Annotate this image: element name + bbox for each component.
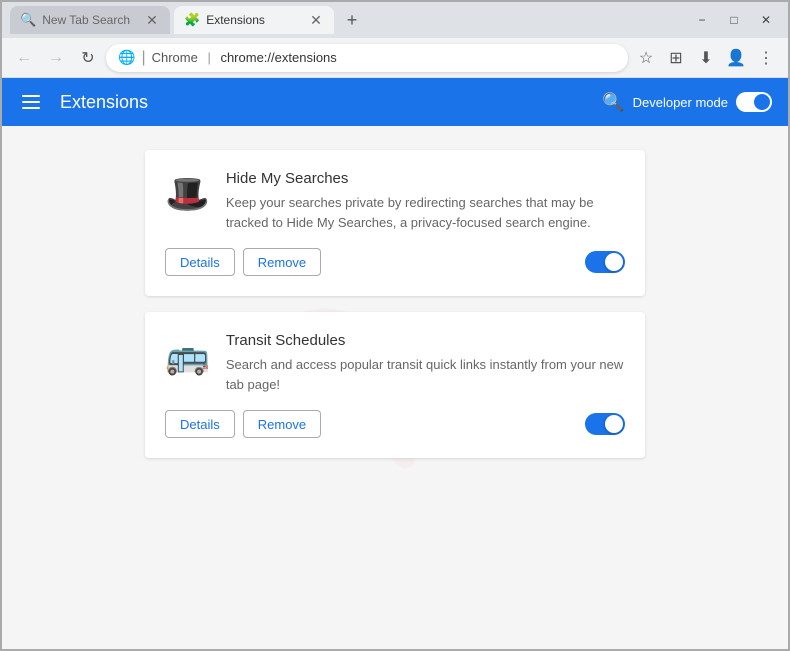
address-bar: ← → ↻ 🌐 | Chrome | chrome://extensions ☆… (2, 38, 788, 78)
tab-extensions[interactable]: 🧩 Extensions ✕ (174, 6, 334, 34)
profile-icon[interactable]: 👤 (722, 44, 750, 72)
extensions-header: Extensions 🔍 Developer mode (2, 78, 788, 126)
tab-new-tab-search[interactable]: 🔍 New Tab Search ✕ (10, 6, 170, 34)
hamburger-line-3 (22, 107, 40, 109)
extensions-content: fishin.com 🎩 Hide My Searches Keep your … (2, 126, 788, 649)
new-tab-search-icon: 🔍 (20, 12, 36, 28)
hide-my-searches-details-button[interactable]: Details (165, 248, 235, 276)
extensions-toolbar-icon[interactable]: ⊞ (662, 44, 690, 72)
address-prefix: Chrome (152, 50, 198, 65)
transit-schedules-details-button[interactable]: Details (165, 410, 235, 438)
address-url: chrome://extensions (220, 50, 336, 65)
tab-new-tab-search-label: New Tab Search (42, 13, 130, 27)
extensions-page-title: Extensions (60, 92, 148, 113)
tab-new-tab-search-close[interactable]: ✕ (144, 12, 160, 28)
transit-schedules-description: Search and access popular transit quick … (226, 355, 625, 394)
extensions-tab-icon: 🧩 (184, 12, 200, 28)
developer-mode-toggle[interactable] (736, 92, 772, 112)
hide-my-searches-remove-button[interactable]: Remove (243, 248, 321, 276)
hide-my-searches-icon: 🎩 (165, 170, 210, 218)
address-separator: | (141, 49, 145, 67)
extension-card-top-2: 🚌 Transit Schedules Search and access po… (165, 332, 625, 394)
hamburger-line-1 (22, 95, 40, 97)
back-button[interactable]: ← (10, 44, 38, 72)
extension-card-bottom-1: Details Remove (165, 248, 625, 276)
tab-extensions-close[interactable]: ✕ (308, 12, 324, 28)
close-button[interactable]: ✕ (752, 10, 780, 30)
hide-my-searches-toggle[interactable] (585, 251, 625, 273)
transit-schedules-toggle[interactable] (585, 413, 625, 435)
hide-my-searches-name: Hide My Searches (226, 170, 625, 187)
extension-card-top-1: 🎩 Hide My Searches Keep your searches pr… (165, 170, 625, 232)
developer-mode-label: Developer mode (633, 95, 728, 110)
extensions-header-right: 🔍 Developer mode (602, 92, 772, 113)
new-tab-button[interactable]: + (338, 6, 366, 34)
hide-my-searches-description: Keep your searches private by redirectin… (226, 193, 625, 232)
transit-schedules-icon: 🚌 (165, 332, 210, 380)
tab-extensions-label: Extensions (206, 13, 265, 27)
address-field[interactable]: 🌐 | Chrome | chrome://extensions (106, 44, 628, 72)
menu-icon[interactable]: ⋮ (752, 44, 780, 72)
extensions-search-icon[interactable]: 🔍 (602, 92, 624, 113)
forward-button[interactable]: → (42, 44, 70, 72)
extension-card-transit-schedules: 🚌 Transit Schedules Search and access po… (145, 312, 645, 458)
bookmark-icon[interactable]: ☆ (632, 44, 660, 72)
transit-schedules-remove-button[interactable]: Remove (243, 410, 321, 438)
extension-card-hide-my-searches: 🎩 Hide My Searches Keep your searches pr… (145, 150, 645, 296)
title-bar: 🔍 New Tab Search ✕ 🧩 Extensions ✕ + − □ … (2, 2, 788, 38)
browser-frame: 🔍 New Tab Search ✕ 🧩 Extensions ✕ + − □ … (0, 0, 790, 651)
hamburger-line-2 (22, 101, 40, 103)
hide-my-searches-info: Hide My Searches Keep your searches priv… (226, 170, 625, 232)
extension-card-bottom-2: Details Remove (165, 410, 625, 438)
reload-button[interactable]: ↻ (74, 44, 102, 72)
address-separator2: | (204, 50, 215, 65)
toolbar-icons: ☆ ⊞ ⬇ 👤 ⋮ (632, 44, 780, 72)
transit-schedules-info: Transit Schedules Search and access popu… (226, 332, 625, 394)
profile-download-icon[interactable]: ⬇ (692, 44, 720, 72)
hamburger-menu[interactable] (18, 91, 44, 113)
maximize-button[interactable]: □ (720, 10, 748, 30)
window-controls: − □ ✕ (688, 10, 780, 30)
chrome-icon: 🌐 (118, 49, 135, 66)
minimize-button[interactable]: − (688, 10, 716, 30)
transit-schedules-name: Transit Schedules (226, 332, 625, 349)
